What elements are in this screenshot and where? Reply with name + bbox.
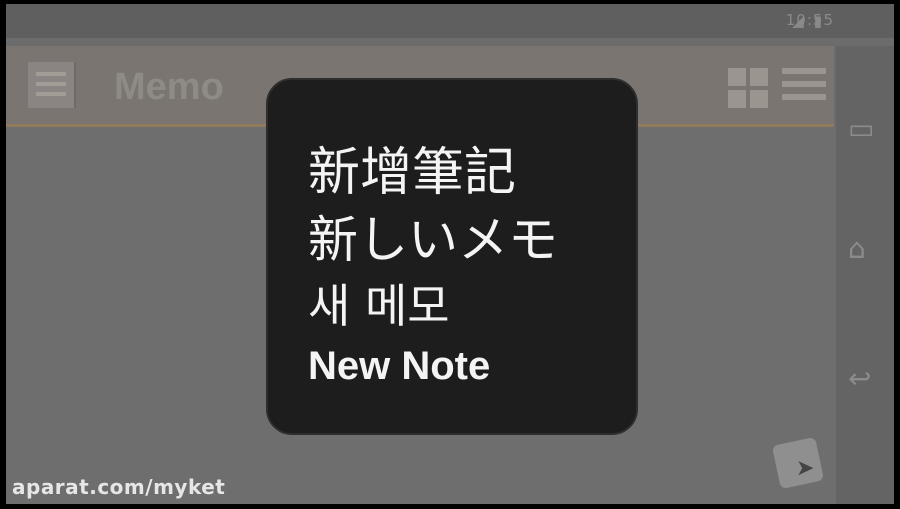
- status-bar: ◢ ▮ 10:55: [6, 4, 894, 38]
- label-traditional-chinese: 新增筆記: [308, 143, 517, 203]
- grid-icon[interactable]: [728, 68, 768, 108]
- memo-icon[interactable]: [28, 62, 76, 108]
- status-time: 10:55: [785, 11, 834, 29]
- label-japanese: 新しいメモ: [308, 211, 558, 269]
- system-nav-bar: ▭ ⌂ ↩: [836, 46, 894, 504]
- new-note-tooltip: 新增筆記 新しいメモ 새 메모 New Note: [266, 78, 638, 435]
- menu-icon[interactable]: [782, 68, 826, 108]
- recent-apps-icon[interactable]: ▭: [848, 112, 874, 145]
- home-icon[interactable]: ⌂: [848, 232, 866, 265]
- back-icon[interactable]: ↩: [848, 362, 871, 395]
- app-title: Memo: [114, 66, 224, 108]
- watermark: aparat.com/myket: [12, 475, 226, 499]
- label-korean: 새 메모: [308, 279, 450, 333]
- label-english: New Note: [308, 344, 491, 388]
- cursor-icon: ➤: [796, 456, 815, 481]
